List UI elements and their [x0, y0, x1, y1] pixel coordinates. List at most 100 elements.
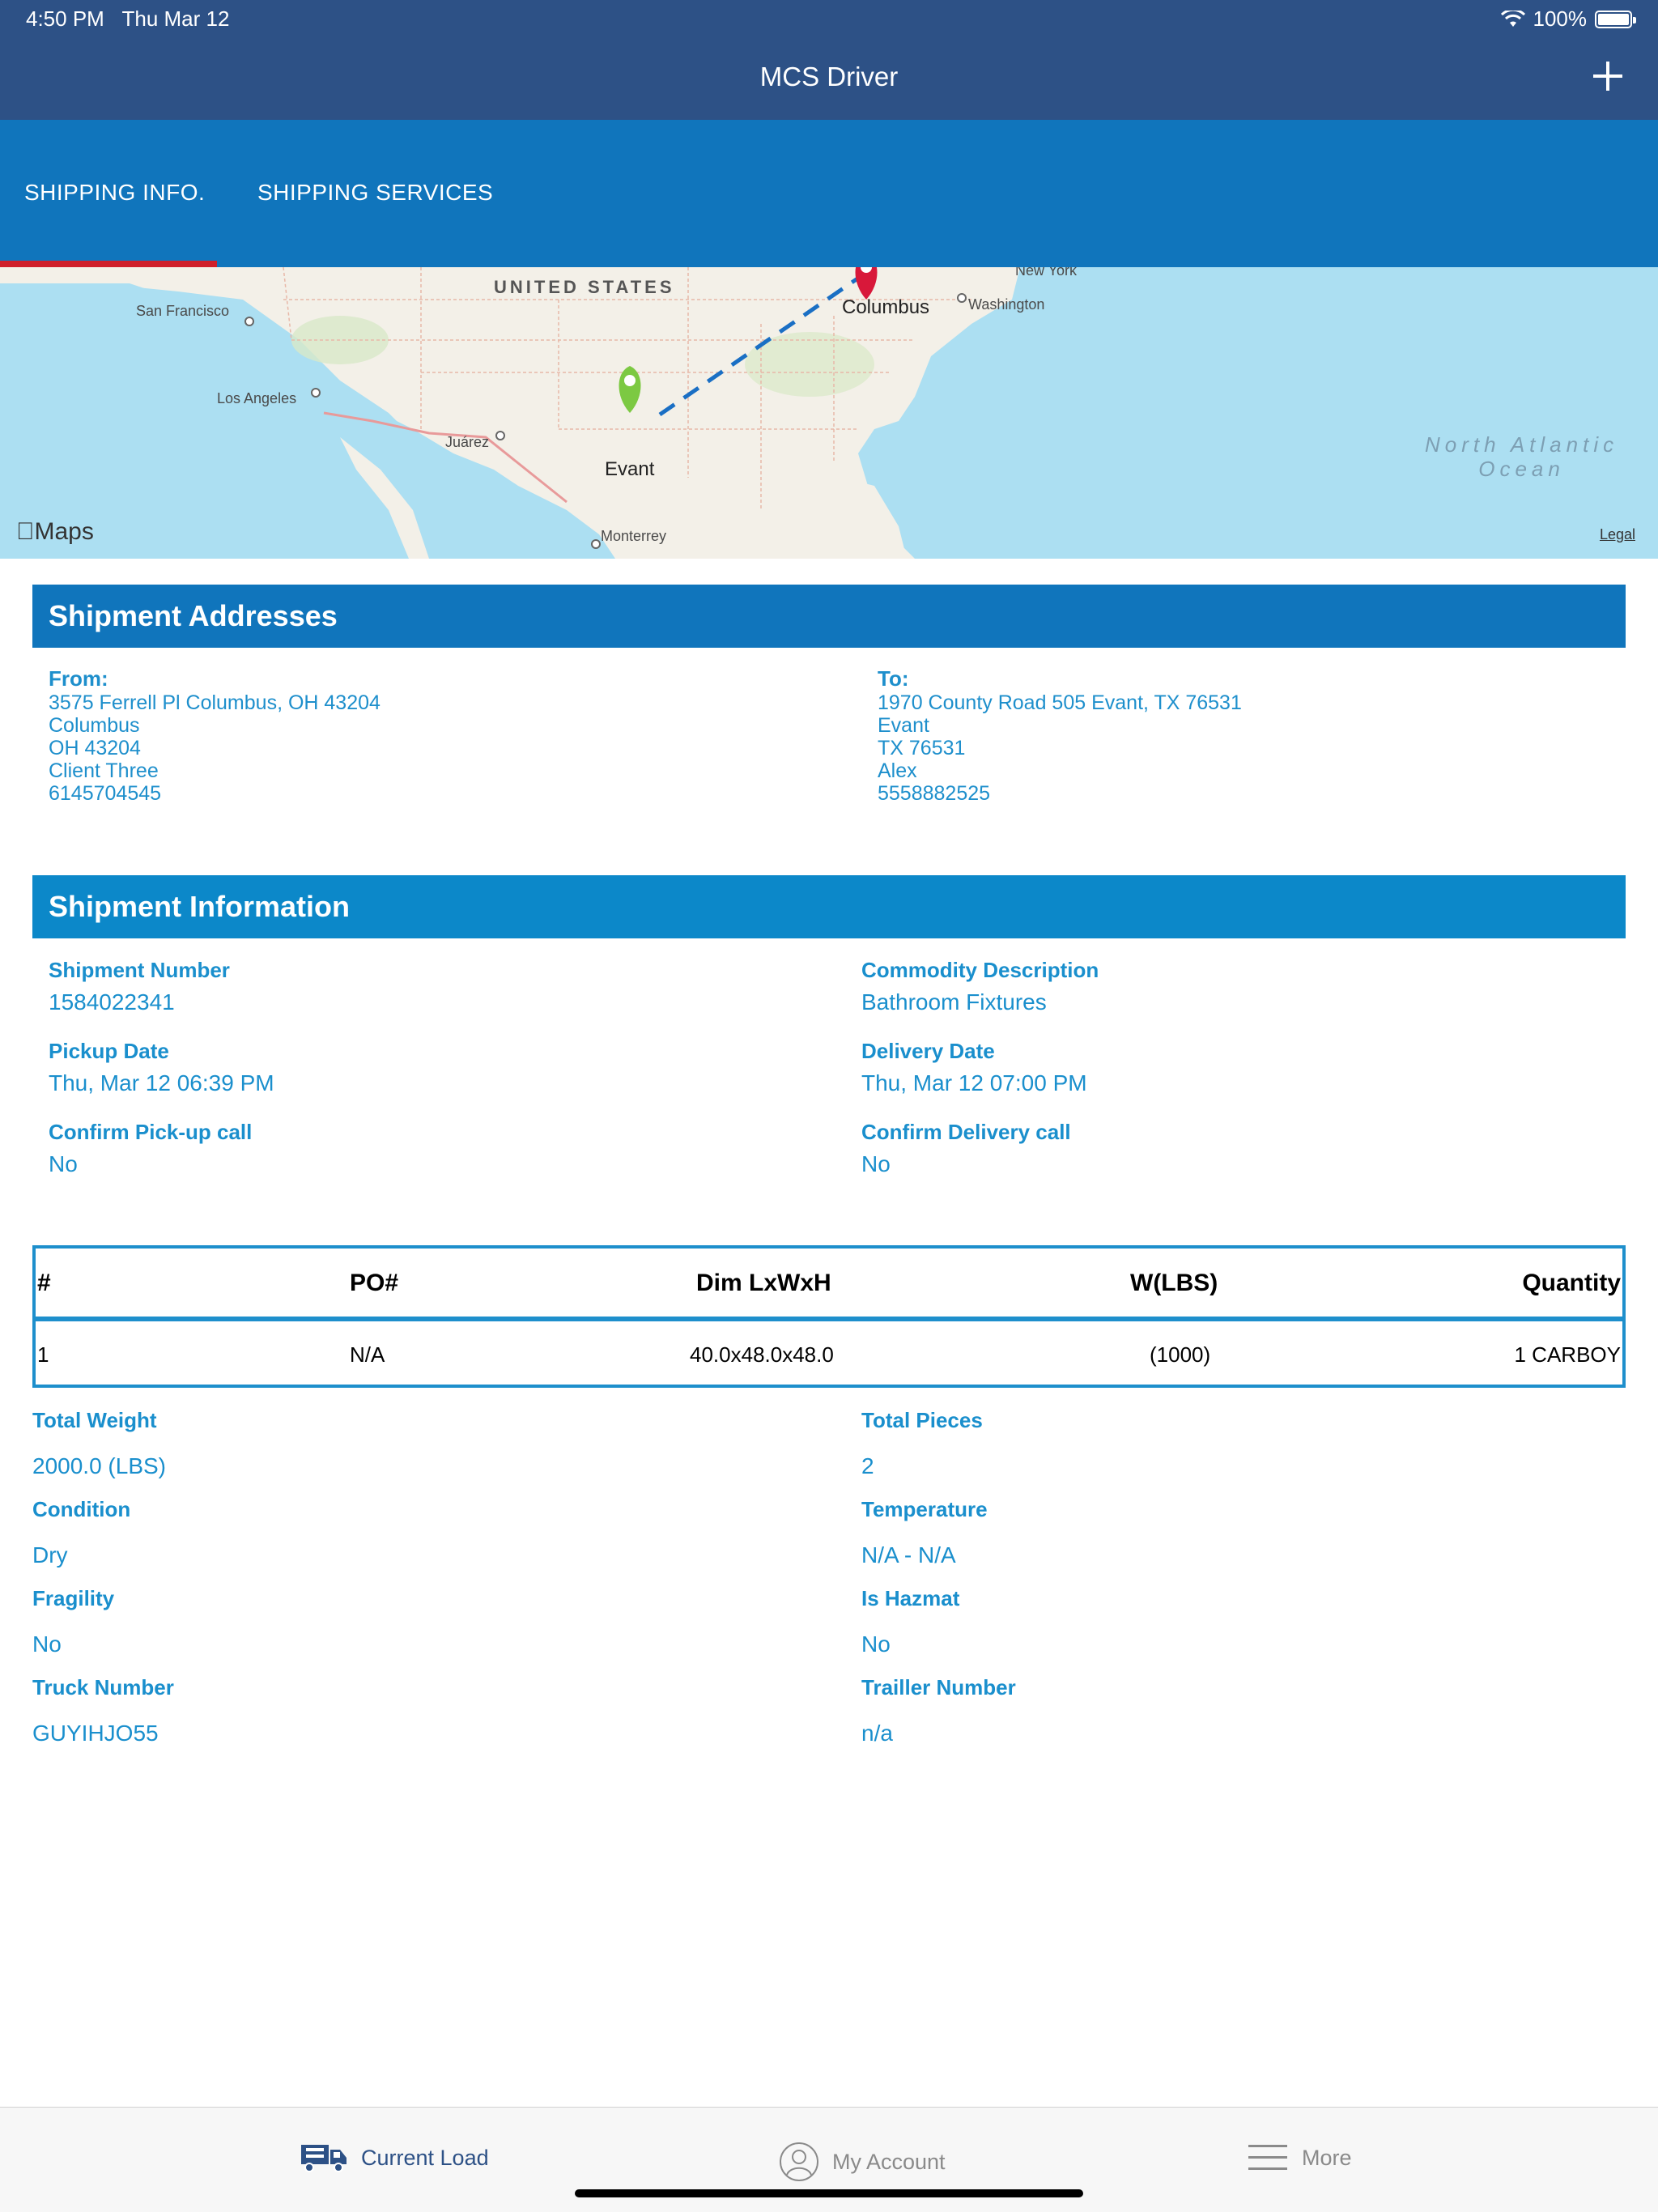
map-graphic — [0, 267, 1020, 559]
user-icon — [780, 2142, 818, 2181]
origin-pin-label[interactable]: Columbus — [842, 296, 929, 319]
confirm-pickup-label: Confirm Pick-up call — [49, 1120, 253, 1144]
pickup-date-label: Pickup Date — [49, 1039, 169, 1063]
tab-shipping-info[interactable]: SHIPPING INFO. — [24, 180, 205, 206]
app-title: MCS Driver — [759, 62, 899, 91]
route-map[interactable]: San Francisco Los Angeles Juárez Monterr… — [0, 267, 1658, 559]
condition-value: Dry — [32, 1542, 68, 1568]
to-title: To: — [878, 666, 909, 691]
fragility-value: No — [32, 1631, 62, 1657]
trailer-number-label: Trailler Number — [861, 1675, 1016, 1699]
status-time: 4:50 PM Thu Mar 12 — [26, 6, 229, 32]
hazmat-label: Is Hazmat — [861, 1586, 960, 1610]
truck-number-value: GUYIHJO55 — [32, 1721, 159, 1746]
total-pieces-label: Total Pieces — [861, 1408, 983, 1432]
address-line: 3575 Ferrell Pl Columbus, OH 43204 — [49, 691, 380, 714]
total-pieces-value: 2 — [861, 1453, 874, 1478]
confirm-delivery-value: No — [861, 1151, 891, 1176]
map-city-label: Washington — [968, 296, 1045, 313]
map-city-label: New York — [1015, 267, 1078, 279]
column-header: # — [37, 1270, 51, 1296]
map-city-label: Juárez — [445, 434, 490, 450]
phone-number[interactable]: 6145704545 — [49, 782, 380, 805]
trailer-number-value: n/a — [861, 1721, 893, 1746]
tab-current-load[interactable]: Current Load — [300, 2142, 489, 2174]
maps-logo: Maps — [16, 518, 94, 546]
total-weight-label: Total Weight — [32, 1408, 157, 1432]
maps-logo-text: Maps — [16, 518, 94, 545]
destination-pin-label[interactable]: Evant — [605, 458, 654, 481]
tab-label: Current Load — [361, 2145, 489, 2170]
table-cell: N/A — [350, 1342, 385, 1367]
address-line: Alex — [878, 759, 917, 782]
items-table: # PO# Dim LxWxH W(LBS) Quantity 1 N/A 40… — [32, 1245, 1626, 1388]
delivery-date-label: Delivery Date — [861, 1039, 995, 1063]
temperature-value: N/A - N/A — [861, 1542, 956, 1568]
column-header: PO# — [350, 1270, 399, 1296]
plus-icon[interactable] — [1588, 57, 1627, 96]
total-weight-value: 2000.0 (LBS) — [32, 1453, 166, 1478]
condition-label: Condition — [32, 1497, 131, 1521]
truck-icon — [301, 2145, 346, 2172]
tab-my-account[interactable]: My Account — [779, 2142, 946, 2182]
tab-label: My Account — [832, 2149, 946, 2174]
home-indicator[interactable] — [575, 2189, 1083, 2197]
address-line: Client Three — [49, 759, 159, 782]
commodity-label: Commodity Description — [861, 958, 1099, 982]
tab-more[interactable]: More — [1247, 2142, 1352, 2174]
status-date-text: Thu Mar 12 — [121, 6, 230, 31]
confirm-delivery-label: Confirm Delivery call — [861, 1120, 1071, 1144]
temperature-label: Temperature — [861, 1497, 988, 1521]
hazmat-value: No — [861, 1631, 891, 1657]
shipment-information-header: Shipment Information — [32, 875, 1626, 938]
from-address: From: 3575 Ferrell Pl Columbus, OH 43204… — [49, 667, 380, 805]
shipment-number-label: Shipment Number — [49, 958, 230, 982]
wifi-icon — [1500, 10, 1525, 27]
map-ocean-label: North Atlantic Ocean — [1425, 432, 1618, 481]
address-line: Columbus — [49, 714, 140, 737]
shipment-addresses-header: Shipment Addresses — [32, 585, 1626, 648]
column-header: W(LBS) — [1130, 1270, 1218, 1296]
map-country-label: UNITED STATES — [494, 277, 675, 297]
table-header-divider — [36, 1317, 1622, 1321]
table-cell: 40.0x48.0x48.0 — [690, 1342, 834, 1367]
address-line: TX 76531 — [878, 737, 966, 759]
map-city-label: Los Angeles — [217, 390, 297, 406]
tab-selected-indicator — [0, 261, 217, 267]
menu-icon — [1248, 2145, 1287, 2170]
map-city-label: San Francisco — [136, 303, 230, 319]
battery-icon — [1595, 10, 1636, 28]
map-city-label: Monterrey — [601, 528, 667, 544]
map-ocean-label-line1: North Atlantic — [1425, 432, 1619, 457]
table-cell: 1 — [37, 1342, 49, 1367]
confirm-pickup-value: No — [49, 1151, 78, 1176]
status-indicators: 100% — [1500, 6, 1636, 32]
phone-number[interactable]: 5558882525 — [878, 782, 1242, 805]
map-ocean-label-line2: Ocean — [1478, 457, 1565, 481]
pickup-date-value: Thu, Mar 12 06:39 PM — [49, 1070, 274, 1095]
commodity-value: Bathroom Fixtures — [861, 989, 1047, 1015]
status-time-text: 4:50 PM — [26, 6, 104, 31]
to-address: To: 1970 County Road 505 Evant, TX 76531… — [878, 667, 1242, 805]
delivery-date-value: Thu, Mar 12 07:00 PM — [861, 1070, 1087, 1095]
navigation-bar: 4:50 PM Thu Mar 12 100% MCS Driver — [0, 0, 1658, 120]
from-title: From: — [49, 666, 108, 691]
tab-label: More — [1302, 2145, 1352, 2170]
column-header: Dim LxWxH — [696, 1270, 831, 1296]
table-cell: 1 CARBOY — [1514, 1342, 1622, 1367]
truck-number-label: Truck Number — [32, 1675, 174, 1699]
address-line: Evant — [878, 714, 929, 737]
section-title: Shipment Addresses — [49, 599, 338, 632]
address-line: 1970 County Road 505 Evant, TX 76531 — [878, 691, 1242, 714]
shipment-number-value: 1584022341 — [49, 989, 175, 1015]
battery-percent: 100% — [1533, 6, 1588, 31]
section-title: Shipment Information — [49, 890, 350, 923]
column-header: Quantity — [1522, 1270, 1621, 1296]
fragility-label: Fragility — [32, 1586, 115, 1610]
tab-shipping-services[interactable]: SHIPPING SERVICES — [257, 180, 493, 206]
address-line: OH 43204 — [49, 737, 141, 759]
table-cell: (1000) — [1150, 1342, 1211, 1367]
tab-bar: SHIPPING INFO. SHIPPING SERVICES — [0, 120, 1658, 267]
table-header: # PO# Dim LxWxH W(LBS) Quantity — [36, 1249, 1622, 1317]
legal-link[interactable]: Legal — [1600, 526, 1635, 543]
